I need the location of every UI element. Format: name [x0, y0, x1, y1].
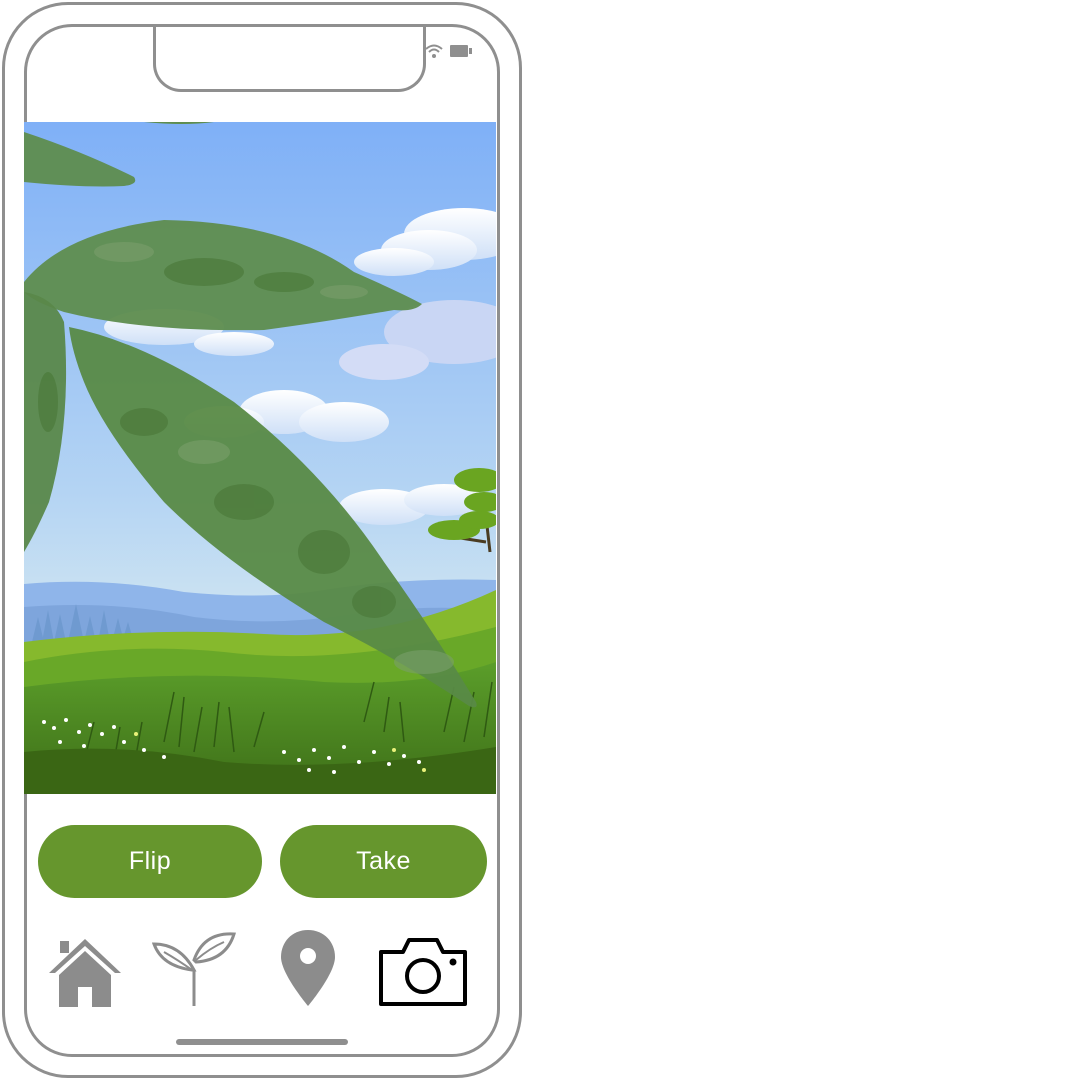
notch	[153, 27, 426, 92]
take-photo-button[interactable]: Take	[280, 825, 487, 898]
camera-viewfinder	[24, 122, 496, 794]
viewfinder-scene	[24, 122, 496, 794]
sprout-icon[interactable]	[152, 930, 236, 1008]
flip-camera-button[interactable]: Flip	[38, 825, 262, 898]
battery-icon	[450, 45, 472, 57]
camera-icon[interactable]	[377, 936, 469, 1008]
wifi-icon	[425, 44, 443, 58]
location-pin-icon[interactable]	[279, 928, 337, 1008]
home-indicator	[176, 1039, 348, 1045]
home-icon[interactable]	[47, 937, 123, 1007]
